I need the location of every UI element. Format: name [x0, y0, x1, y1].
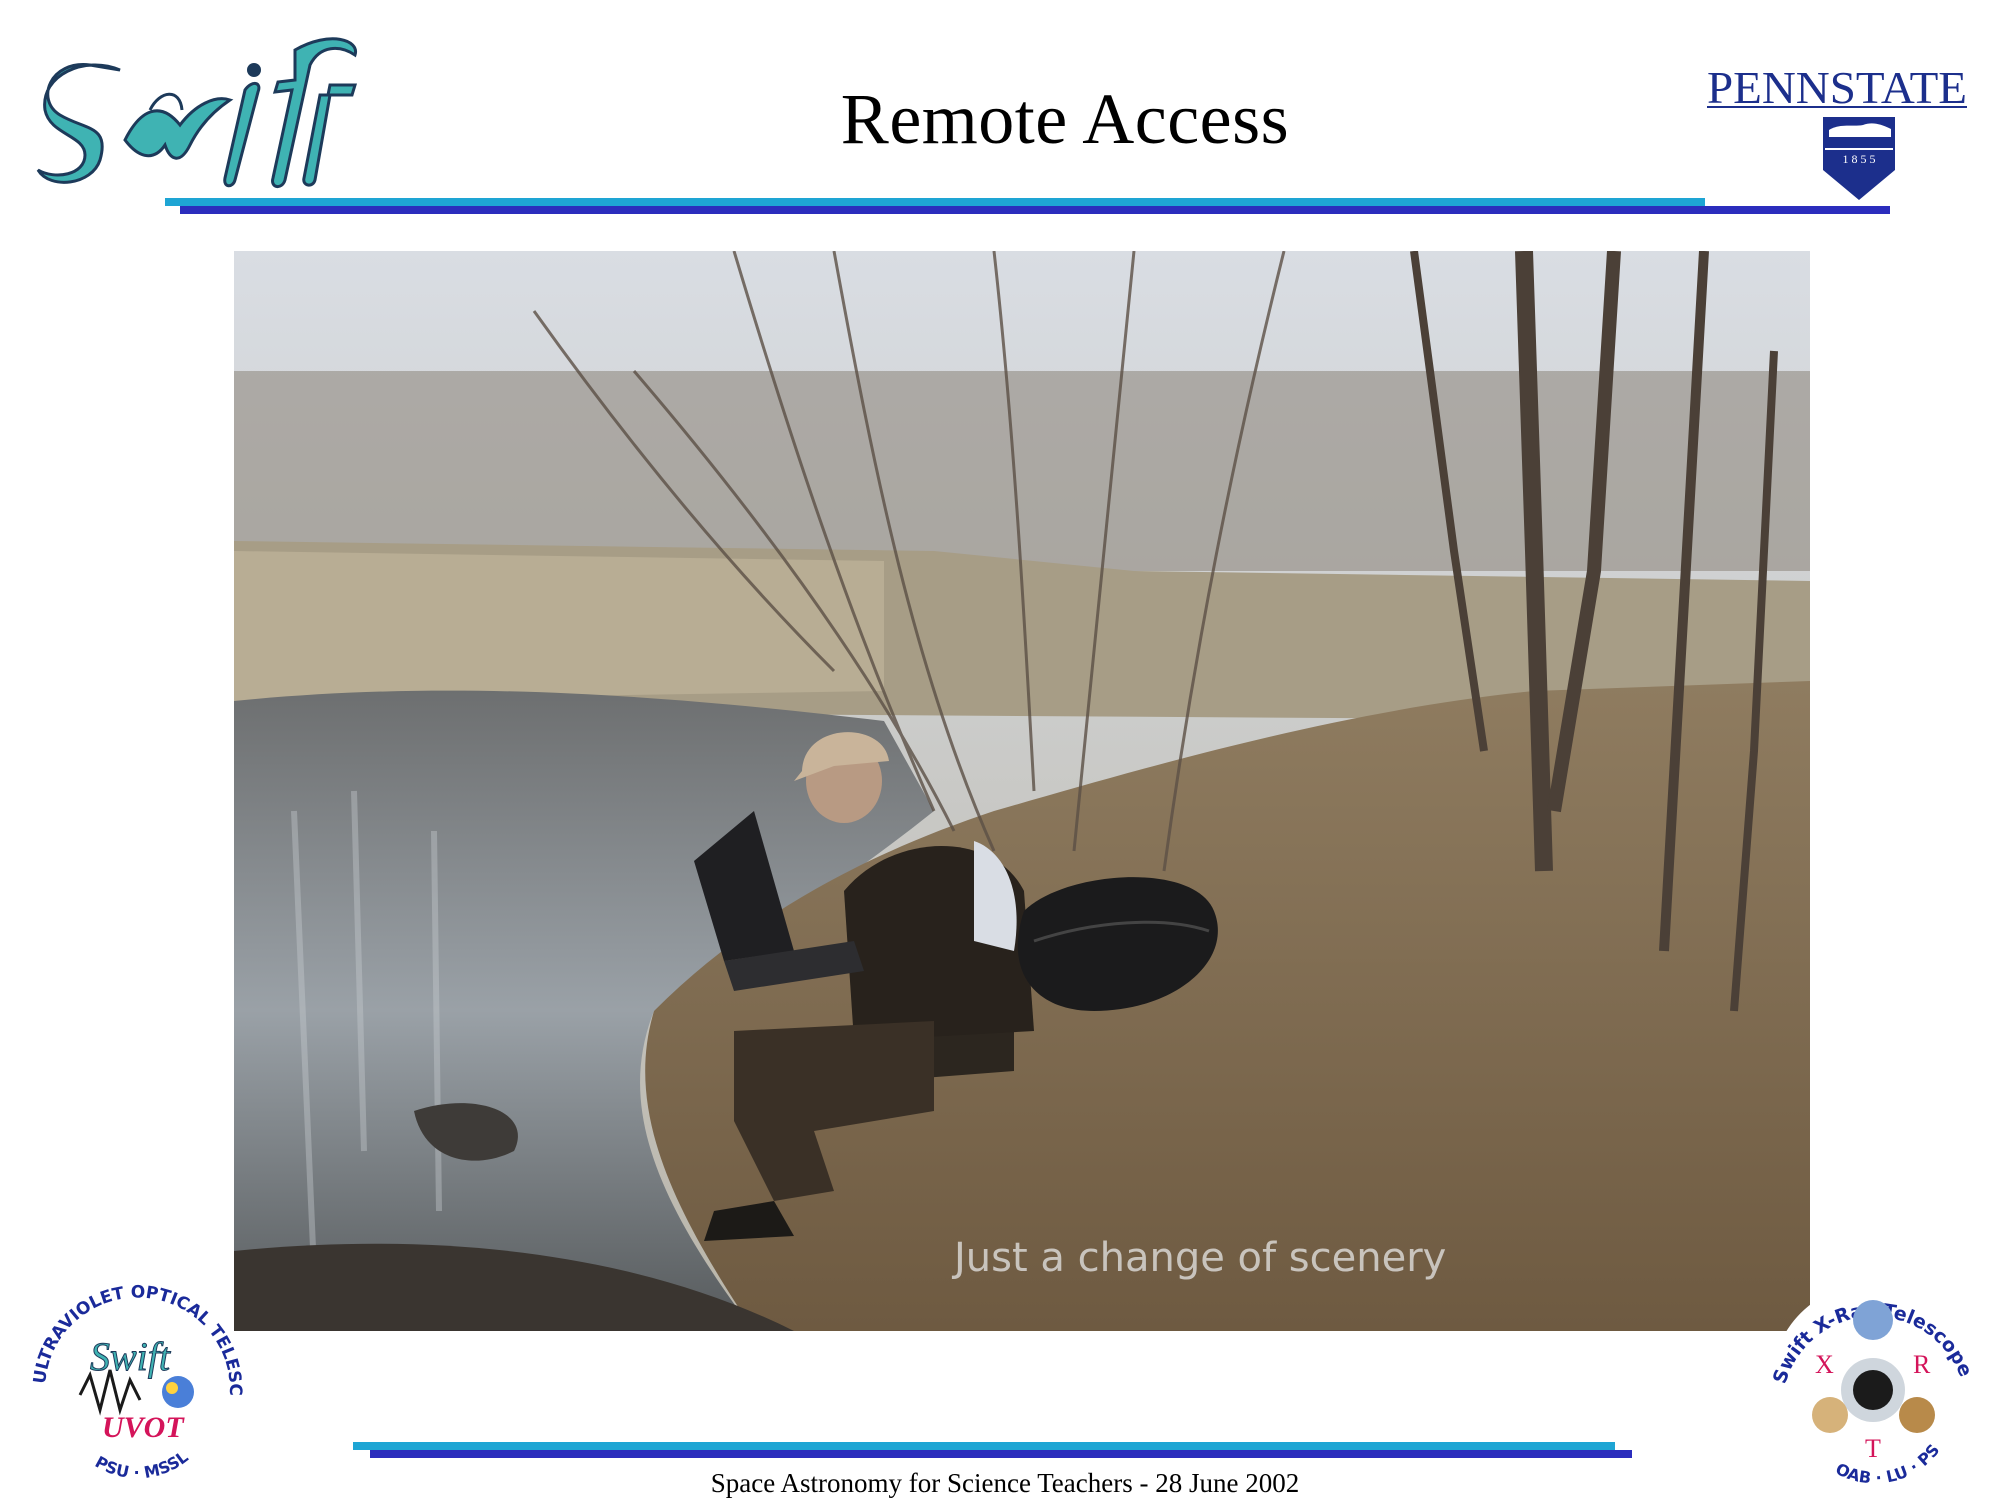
xrt-letter-x: X: [1815, 1350, 1834, 1379]
xrt-logo: Swift X-Ray Telescope OAB · LU · PSU X R…: [1765, 1265, 1977, 1487]
uvot-label: UVOT: [102, 1411, 185, 1444]
pennstate-wordmark: PENNSTATE: [1707, 62, 1967, 113]
header-rule-cyan: [165, 198, 1705, 206]
uvot-swift-wordmark: Swift: [90, 1334, 171, 1379]
pennstate-year: 1 8 5 5: [1843, 152, 1876, 166]
uvot-logo: ULTRAVIOLET OPTICAL TELESCOPE PSU · MSSL…: [20, 1270, 245, 1490]
header-rule-blue: [180, 206, 1890, 214]
footer-rule-blue: [370, 1450, 1632, 1458]
pennstate-logo: PENNSTATE 1 8 5 5: [1707, 62, 1967, 200]
xrt-letter-t: T: [1865, 1434, 1881, 1463]
photo-woman-laptop-by-stream: Just a change of scenery: [234, 251, 1810, 1331]
xrt-letter-r: R: [1913, 1350, 1931, 1379]
slide-footer: Space Astronomy for Science Teachers - 2…: [710, 1468, 1300, 1498]
footer-rule-cyan: [353, 1442, 1615, 1450]
photo-caption: Just a change of scenery: [951, 1235, 1446, 1281]
slide-title: Remote Access: [840, 79, 1290, 159]
